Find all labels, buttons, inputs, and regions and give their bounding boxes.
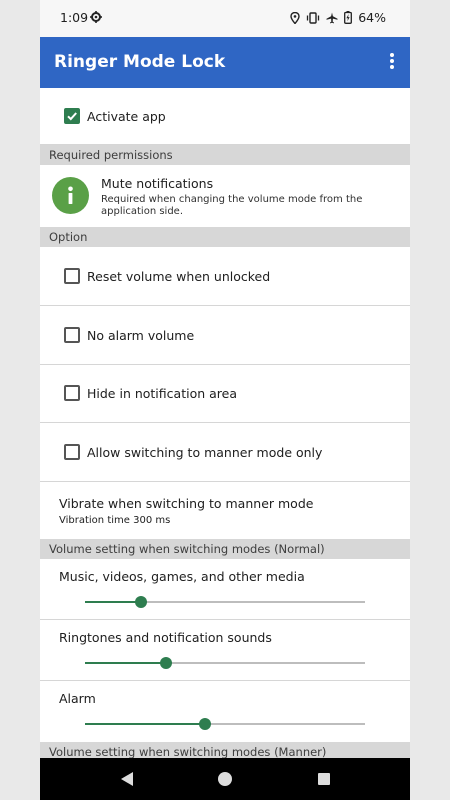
activate-app-row[interactable]: Activate app: [40, 88, 410, 145]
settings-gear-icon: [90, 11, 102, 23]
slider-thumb[interactable]: [160, 657, 173, 669]
no-alarm-volume-label: No alarm volume: [87, 328, 195, 343]
status-time: 1:09: [60, 10, 89, 25]
volume-alarm-row: Alarm: [40, 681, 410, 742]
option-hide-notification[interactable]: Hide in notification area: [40, 365, 410, 423]
volume-media-label: Music, videos, games, and other media: [59, 569, 305, 584]
no-alarm-volume-checkbox[interactable]: [64, 327, 80, 343]
hide-notification-checkbox[interactable]: [64, 385, 80, 401]
slider-thumb[interactable]: [135, 596, 147, 608]
reset-volume-label: Reset volume when unlocked: [87, 269, 271, 284]
volume-media-slider[interactable]: [85, 596, 365, 608]
battery-charging-icon: [344, 11, 353, 24]
section-volume-manner: Volume setting when switching modes (Man…: [40, 742, 410, 758]
location-icon: [290, 11, 300, 24]
slider-fill: [85, 723, 206, 725]
permission-description: Required when changing the volume mode f…: [101, 194, 363, 217]
option-manner-only[interactable]: Allow switching to manner mode only: [40, 423, 410, 482]
battery-percent: 64%: [358, 10, 386, 25]
permission-title: Mute notifications: [101, 176, 214, 191]
volume-ringtone-slider[interactable]: [85, 657, 365, 669]
home-icon[interactable]: [218, 772, 232, 786]
vibrate-description: Vibration time 300 ms: [59, 515, 171, 526]
navigation-bar: [40, 758, 410, 800]
vibrate-title: Vibrate when switching to manner mode: [59, 496, 314, 511]
permission-mute-notifications[interactable]: Mute notifications Required when changin…: [40, 165, 410, 226]
app-title: Ringer Mode Lock: [54, 52, 226, 72]
vibrate-setting-row[interactable]: Vibrate when switching to manner mode Vi…: [40, 482, 410, 539]
more-vert-icon[interactable]: [388, 53, 396, 73]
volume-ringtone-row: Ringtones and notification sounds: [40, 620, 410, 681]
airplane-icon: [326, 12, 338, 23]
option-no-alarm-volume[interactable]: No alarm volume: [40, 306, 410, 365]
status-icons: 64%: [290, 10, 386, 25]
app-bar: Ringer Mode Lock: [40, 37, 410, 88]
section-volume-normal: Volume setting when switching modes (Nor…: [40, 539, 410, 559]
volume-ringtone-label: Ringtones and notification sounds: [59, 630, 272, 645]
section-required-permissions: Required permissions: [40, 145, 410, 165]
volume-alarm-label: Alarm: [59, 691, 96, 706]
checkmark-icon: [67, 112, 77, 121]
settings-list[interactable]: Activate app Required permissions Mute n…: [40, 88, 410, 758]
reset-volume-checkbox[interactable]: [64, 268, 80, 284]
hide-notification-label: Hide in notification area: [87, 386, 237, 401]
status-bar: 1:09 64%: [40, 0, 410, 37]
manner-only-label: Allow switching to manner mode only: [87, 445, 323, 460]
phone-screen: 1:09 64% Ringer Mode Lock Activate app R…: [40, 0, 410, 800]
volume-alarm-slider[interactable]: [85, 718, 365, 730]
slider-thumb[interactable]: [199, 718, 212, 730]
volume-media-row: Music, videos, games, and other media: [40, 559, 410, 620]
back-icon[interactable]: [120, 771, 134, 787]
section-option: Option: [40, 227, 410, 247]
activate-app-label: Activate app: [87, 109, 166, 124]
manner-only-checkbox[interactable]: [64, 444, 80, 460]
recents-icon[interactable]: [318, 773, 330, 785]
info-icon: [52, 177, 89, 214]
vibrate-icon: [307, 11, 320, 24]
option-reset-volume[interactable]: Reset volume when unlocked: [40, 247, 410, 306]
activate-app-checkbox[interactable]: [64, 108, 80, 124]
slider-fill: [85, 662, 167, 664]
slider-fill: [85, 601, 141, 603]
